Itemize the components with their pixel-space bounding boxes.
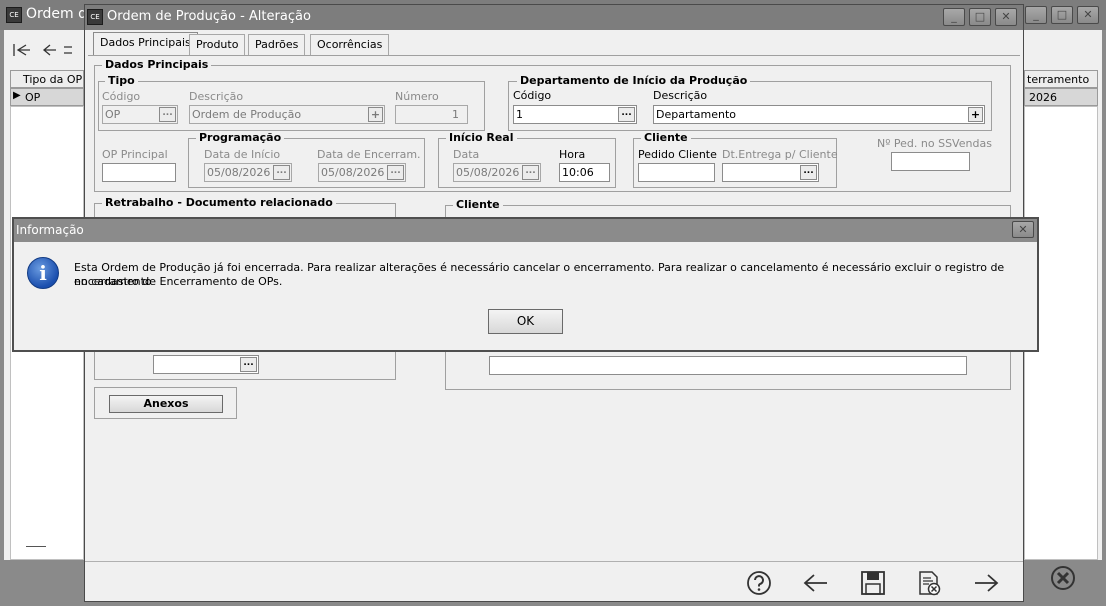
inicio-real-legend: Início Real — [446, 132, 517, 144]
inicio-real-data-picker-button[interactable]: ... — [522, 165, 539, 180]
retrabalho-legend: Retrabalho - Documento relacionado — [102, 197, 336, 209]
tipo-descricao-label: Descrição — [189, 90, 244, 103]
app-icon: CE — [6, 7, 22, 23]
dados-principais-legend: Dados Principais — [102, 59, 212, 71]
dialog-close-button[interactable]: ✕ — [1012, 221, 1034, 238]
anexos-button[interactable]: Anexos — [109, 395, 223, 413]
bg-grid-header: Tipo da OP — [10, 70, 84, 88]
bg-grid-header-tipo: Tipo da OP — [23, 73, 83, 86]
help-icon[interactable] — [745, 570, 773, 596]
data-inicio-field: 05/08/2026 ... — [204, 163, 292, 182]
departamento-descricao-label: Descrição — [653, 89, 708, 102]
info-icon: i — [27, 257, 59, 289]
nped-ssvendas-input[interactable] — [891, 152, 970, 171]
tipo-numero-field: 1 — [395, 105, 468, 124]
row-selector-icon: ▶ — [13, 90, 21, 101]
tipo-descricao-add-button[interactable]: + — [368, 107, 383, 122]
data-encerram-field: 05/08/2026 ... — [318, 163, 406, 182]
main-title-bar: CE Ordem de Produção - Alteração _ □ ✕ — [85, 5, 1023, 30]
close-circle-icon[interactable] — [1049, 564, 1077, 592]
data-encerram-picker-button[interactable]: ... — [387, 165, 404, 180]
tipo-codigo-field: OP ... — [102, 105, 178, 124]
tipo-codigo-lookup-button[interactable]: ... — [159, 107, 176, 122]
anexos-frame: Anexos — [94, 387, 237, 419]
departamento-descricao-input[interactable]: Departamento + — [653, 105, 985, 124]
dialog-title: Informação — [16, 223, 84, 237]
tipo-legend: Tipo — [105, 75, 138, 87]
tab-ocorrencias[interactable]: Ocorrências — [310, 34, 390, 55]
information-dialog: Informação ✕ i Esta Ordem de Produção já… — [12, 217, 1039, 352]
tipo-descricao-field: Ordem de Produção + — [189, 105, 385, 124]
tabs-divider — [88, 55, 1020, 56]
cliente-info-legend: Cliente — [453, 199, 503, 211]
maximize-button[interactable]: □ — [969, 8, 991, 26]
app-icon: CE — [87, 9, 103, 25]
departamento-legend: Departamento de Início da Produção — [517, 75, 751, 87]
dt-entrega-picker-button[interactable]: ... — [800, 165, 817, 180]
cliente-info-input[interactable] — [489, 356, 967, 375]
bottom-toolbar — [85, 561, 1023, 601]
programacao-legend: Programação — [196, 132, 285, 144]
forward-arrow-icon[interactable] — [973, 570, 1001, 596]
departamento-codigo-label: Código — [513, 89, 552, 102]
data-encerram-label: Data de Encerram. — [317, 148, 421, 161]
main-window-title: Ordem de Produção - Alteração — [107, 9, 311, 24]
save-icon[interactable] — [859, 570, 887, 596]
tab-padroes[interactable]: Padrões — [248, 34, 306, 55]
departamento-codigo-lookup-button[interactable]: ... — [618, 107, 635, 122]
dialog-message-line2: no cadastro de Encerramento de OPs. — [74, 275, 283, 288]
dt-entrega-input[interactable]: ... — [722, 163, 819, 182]
tipo-numero-label: Número — [395, 90, 439, 103]
nped-ssvendas-label: Nº Ped. no SSVendas — [877, 137, 992, 150]
bg-nav-arrows-icon[interactable] — [12, 42, 72, 58]
pedido-cliente-label: Pedido Cliente — [638, 148, 717, 161]
data-inicio-picker-button[interactable]: ... — [273, 165, 290, 180]
inicio-real-data-label: Data — [453, 148, 480, 161]
ok-button[interactable]: OK — [488, 309, 563, 334]
bg-divider — [26, 546, 46, 547]
retrabalho-document-input[interactable]: ... — [153, 355, 259, 374]
bg-grid-cell-encerramento: 2026 — [1024, 88, 1098, 106]
hora-input[interactable]: 10:06 — [559, 163, 610, 182]
tipo-codigo-label: Código — [102, 90, 141, 103]
bg-grid-row[interactable]: ▶ OP — [10, 88, 84, 106]
bg-grid-cell-tipo: OP — [25, 91, 41, 104]
hora-label: Hora — [559, 148, 586, 161]
back-arrow-icon[interactable] — [801, 570, 829, 596]
tab-dados-principais[interactable]: Dados Principais — [93, 32, 198, 56]
dialog-title-bar: Informação ✕ — [14, 219, 1037, 242]
departamento-codigo-input[interactable]: 1 ... — [513, 105, 637, 124]
bg-maximize-button[interactable]: □ — [1051, 6, 1073, 24]
tab-produto[interactable]: Produto — [189, 34, 246, 55]
op-principal-input[interactable] — [102, 163, 176, 182]
op-principal-label: OP Principal — [102, 148, 168, 161]
bg-grid-header-encerramento: terramento — [1024, 70, 1098, 88]
departamento-add-button[interactable]: + — [968, 107, 983, 122]
data-inicio-label: Data de Início — [204, 148, 281, 161]
minimize-button[interactable]: _ — [943, 8, 965, 26]
bg-close-button[interactable]: ✕ — [1077, 6, 1099, 24]
retrabalho-lookup-button[interactable]: ... — [240, 357, 257, 372]
inicio-real-data-field: 05/08/2026 ... — [453, 163, 541, 182]
pedido-cliente-input[interactable] — [638, 163, 715, 182]
delete-document-icon[interactable] — [915, 570, 943, 596]
dt-entrega-label: Dt.Entrega p/ Cliente — [722, 148, 838, 161]
cliente-legend: Cliente — [641, 132, 691, 144]
bg-minimize-button[interactable]: _ — [1025, 6, 1047, 24]
close-button[interactable]: ✕ — [995, 8, 1017, 26]
